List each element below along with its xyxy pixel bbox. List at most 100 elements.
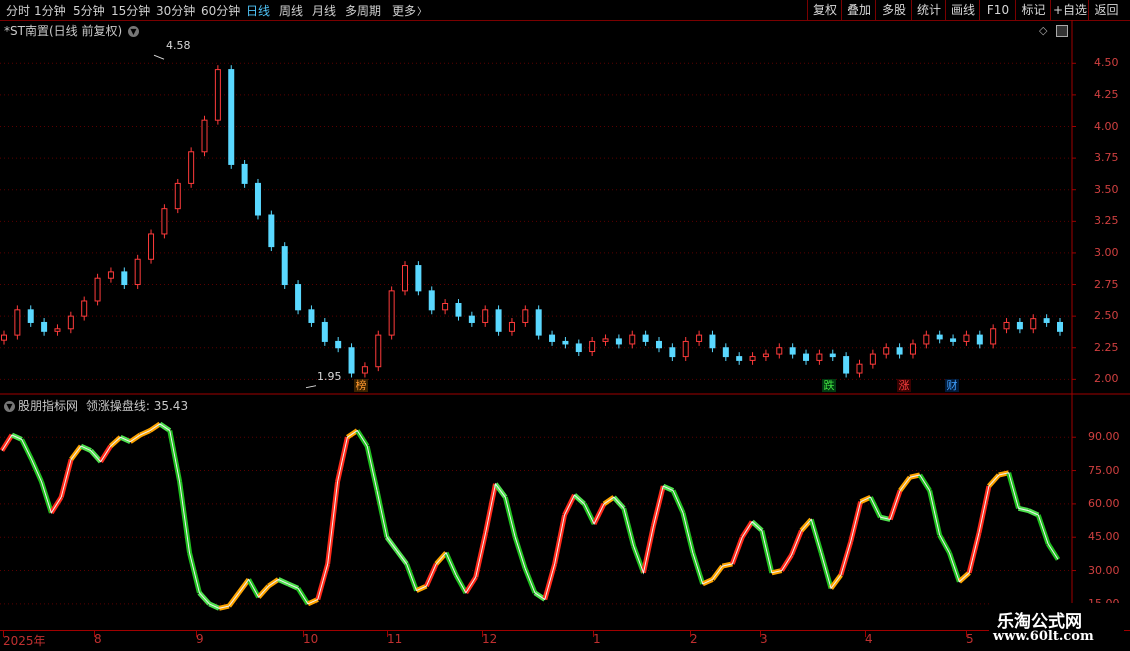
time-tick: [94, 631, 95, 637]
time-label: 2: [690, 632, 698, 646]
candle-body: [54, 328, 61, 332]
event-marker-drop[interactable]: 跌: [822, 379, 836, 392]
price-panel[interactable]: *ST南置(日线 前复权) ▼ ◇ 4.50 4.25 4.00 3.75 3.50 3.…: [0, 20, 1130, 395]
price-tick-label: 2.75: [1094, 277, 1119, 291]
candle-body: [936, 334, 943, 340]
candle-body: [228, 69, 235, 165]
candle-body: [148, 233, 155, 260]
candle-body: [495, 309, 502, 332]
stock-title: *ST南置(日线 前复权): [4, 24, 123, 38]
candle-body: [1057, 321, 1063, 332]
time-tick: [690, 631, 691, 637]
chevron-down-icon[interactable]: ▼: [4, 401, 15, 412]
time-tick: [482, 631, 483, 637]
top-toolbar: 分时 1分钟 5分钟 15分钟 30分钟 60分钟 日线 周线 月线 多周期 更…: [0, 0, 1130, 21]
candle-body: [669, 347, 676, 358]
candle-body: [602, 338, 609, 342]
indicator-tick-label: 60.00: [1088, 496, 1120, 510]
candle-body: [442, 303, 449, 311]
event-marker-finance[interactable]: 财: [945, 379, 959, 392]
candle-body: [1016, 321, 1023, 330]
candle-body: [575, 343, 582, 353]
price-tick-label: 2.00: [1094, 372, 1119, 386]
candle-body: [348, 347, 355, 374]
panel-toggle-icon[interactable]: [1056, 25, 1068, 37]
period-tab-daily[interactable]: 日线: [246, 2, 270, 19]
candle-body: [722, 347, 729, 358]
price-tick-label: 3.50: [1094, 182, 1119, 196]
candle-body: [268, 214, 275, 248]
candle-body: [41, 321, 48, 332]
indicator-title-area: ▼ 股朋指标网 领涨操盘线: 35.43: [4, 397, 188, 414]
candle-body: [803, 353, 810, 361]
indicator-value: 35.43: [153, 399, 189, 413]
candle-body: [522, 309, 529, 323]
f10-button[interactable]: F10: [979, 0, 1016, 20]
candle-body: [963, 334, 970, 342]
period-tab-30min[interactable]: 30分钟: [156, 2, 195, 19]
candle-body: [829, 353, 836, 358]
period-tab-monthly[interactable]: 月线: [312, 2, 336, 19]
candle-body: [923, 334, 930, 345]
candle-body: [562, 340, 569, 345]
time-tick: [966, 631, 967, 637]
event-marker-rank[interactable]: 榜: [354, 379, 368, 392]
overlay-button[interactable]: 叠加: [841, 0, 876, 20]
watermark: 乐淘公式网 www.60lt.com: [989, 603, 1124, 649]
candle-body: [776, 347, 783, 355]
candle-body: [134, 258, 141, 286]
indicator-chart[interactable]: [0, 395, 1130, 630]
period-tab-1min[interactable]: 1分钟: [34, 2, 66, 19]
draw-line-button[interactable]: 画线: [945, 0, 980, 20]
candle-body: [843, 356, 850, 374]
candle-body: [682, 340, 689, 358]
indicator-tick-label: 30.00: [1088, 563, 1120, 577]
statistics-button[interactable]: 统计: [911, 0, 946, 20]
candle-body: [883, 347, 890, 355]
time-label: 1: [593, 632, 601, 646]
indicator-tick-label: 90.00: [1088, 430, 1120, 444]
period-tab-60min[interactable]: 60分钟: [201, 2, 240, 19]
period-tab-5min[interactable]: 5分钟: [73, 2, 105, 19]
low-leader: [305, 385, 317, 389]
price-tick-label: 2.25: [1094, 340, 1119, 354]
indicator-panel[interactable]: ▼ 股朋指标网 领涨操盘线: 35.43 90.00 75.00 60.00 45.00…: [0, 395, 1130, 630]
candle-body: [308, 309, 315, 323]
candle-body: [321, 321, 328, 342]
period-tab-more[interactable]: 更多〉: [392, 2, 427, 19]
event-marker-rise[interactable]: 涨: [897, 379, 911, 392]
mark-button[interactable]: 标记: [1015, 0, 1051, 20]
time-axis: 2025年 8 9 10 11 12 1 2 3 4 5: [0, 630, 1130, 651]
candle-body: [990, 328, 997, 345]
period-tab-weekly[interactable]: 周线: [279, 2, 303, 19]
period-tab-15min[interactable]: 15分钟: [111, 2, 150, 19]
candle-body: [1003, 321, 1010, 330]
candle-body: [161, 208, 168, 235]
back-button[interactable]: 返回: [1088, 0, 1124, 20]
indicator-line: [1, 423, 1059, 609]
add-watchlist-button[interactable]: +自选: [1050, 0, 1089, 20]
candle-body: [1, 334, 7, 341]
candle-body: [121, 271, 128, 286]
candle-body: [869, 353, 876, 365]
candle-body: [388, 290, 395, 336]
candle-body: [615, 338, 622, 345]
candle-body: [281, 246, 288, 286]
time-label: 10: [303, 632, 319, 646]
adjust-button[interactable]: 复权: [807, 0, 842, 20]
price-tick-label: 3.25: [1094, 214, 1119, 228]
period-tab-timeshare[interactable]: 分时: [6, 2, 30, 19]
chevron-down-icon[interactable]: ▼: [127, 26, 139, 37]
candle-body: [455, 303, 462, 317]
diamond-icon[interactable]: ◇: [1039, 24, 1047, 37]
candle-body: [1043, 318, 1050, 323]
candle-body: [736, 356, 743, 361]
stock-title-area: *ST南置(日线 前复权) ▼: [4, 22, 139, 39]
high-leader: [153, 54, 165, 60]
candle-body: [295, 284, 302, 311]
multi-stock-button[interactable]: 多股: [875, 0, 912, 20]
candlestick-chart[interactable]: [0, 20, 1130, 395]
period-tab-multi[interactable]: 多周期: [345, 2, 381, 19]
indicator-line-name: 领涨操盘线:: [85, 399, 150, 413]
time-tick: [387, 631, 388, 637]
